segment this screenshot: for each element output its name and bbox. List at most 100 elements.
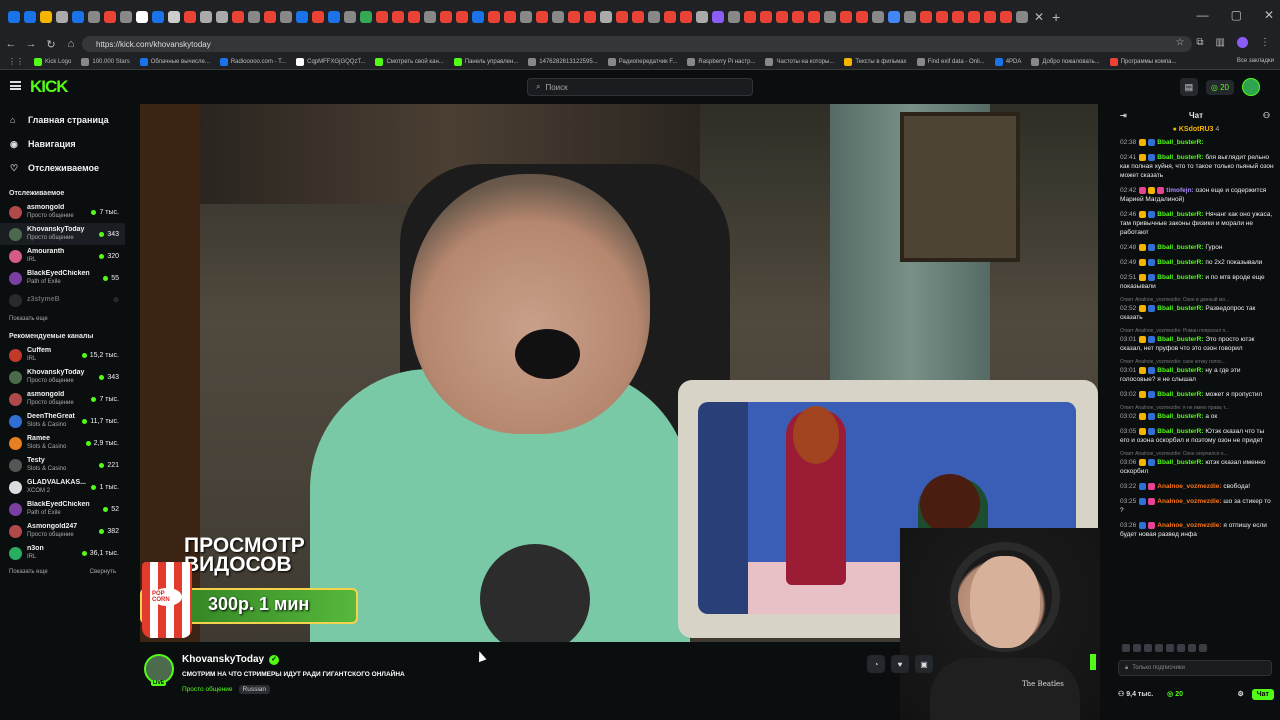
browser-tab-favicon[interactable]	[152, 11, 164, 23]
message-username[interactable]: Bball_busterR:	[1157, 459, 1203, 466]
browser-tab-favicon[interactable]	[600, 11, 612, 23]
chat-message[interactable]: 03:05 Bball_busterR: Ютэк сказал что ты е…	[1120, 427, 1274, 445]
chat-message[interactable]: 03:25 Analnoe_vozmezdie: шо за стикер то …	[1120, 497, 1274, 515]
forward-icon[interactable]: →	[22, 38, 40, 50]
browser-tab-favicon[interactable]	[312, 11, 324, 23]
channel-item[interactable]: KhovanskyToday Просто общение 343	[0, 223, 125, 245]
chat-message[interactable]: 02:49 Bball_busterR: по 2х2 показывали	[1120, 258, 1274, 267]
browser-tab-favicon[interactable]	[680, 11, 692, 23]
kebab-menu-icon[interactable]: ⋮	[1260, 37, 1270, 48]
show-more-link[interactable]: Показать еще	[9, 316, 48, 322]
chat-message[interactable]: 03:01 Bball_busterR: ну а где эти голосов…	[1120, 366, 1274, 384]
gift-icon[interactable]: ▣	[915, 655, 933, 673]
bookmark-item[interactable]: Смотреть свой кан...	[375, 57, 444, 66]
browser-tab-favicon[interactable]	[856, 11, 868, 23]
star-icon[interactable]: ☆	[1175, 37, 1184, 48]
browser-tab-favicon[interactable]	[216, 11, 228, 23]
minimize-icon[interactable]: —	[1197, 8, 1209, 22]
message-username[interactable]: Bball_busterR:	[1157, 139, 1203, 146]
streamer-name[interactable]: KhovanskyToday	[182, 654, 264, 665]
chat-input[interactable]: 🔒︎ Только подписчики	[1118, 660, 1272, 676]
channel-item[interactable]: DeenTheGreat Slots & Casino 11,7 тыс.	[0, 410, 125, 432]
browser-tab-favicon[interactable]	[280, 11, 292, 23]
channel-item[interactable]: BlackEyedChicken Path of Exile 55	[0, 267, 125, 289]
message-username[interactable]: Bball_busterR:	[1157, 367, 1203, 374]
chat-send-button[interactable]: Чат	[1251, 688, 1274, 700]
chat-message[interactable]: 02:42 timofejn: озон еще и содержится Мар…	[1120, 186, 1274, 204]
pinned-gifter[interactable]: ● KSdotRU3 4	[1112, 126, 1280, 138]
reload-icon[interactable]: ↻	[42, 38, 60, 51]
channel-item[interactable]: Cuffem IRL 15,2 тыс.	[0, 344, 125, 366]
browser-tab-favicon[interactable]	[440, 11, 452, 23]
browser-tab-favicon[interactable]	[360, 11, 372, 23]
chat-message[interactable]: 03:06 Bball_busterR: ютэк сказал именно о…	[1120, 458, 1274, 476]
apps-icon[interactable]: ⋮⋮	[8, 57, 24, 66]
bookmark-item[interactable]: Radiooooo.com - T...	[219, 57, 286, 66]
stream-category[interactable]: Просто общение	[182, 686, 233, 693]
browser-tab-favicon[interactable]	[56, 11, 68, 23]
browser-tab-favicon[interactable]	[696, 11, 708, 23]
bookmark-item[interactable]: 1476282613122595...	[528, 57, 598, 66]
channel-item[interactable]: BlackEyedChicken Path of Exile 52	[0, 498, 125, 520]
message-username[interactable]: Bball_busterR:	[1157, 391, 1203, 398]
browser-tab-favicon[interactable]	[120, 11, 132, 23]
profile-avatar[interactable]	[1237, 37, 1248, 48]
channel-item[interactable]: z3stymeB ⊘	[0, 289, 125, 311]
browser-tab-favicon[interactable]	[728, 11, 740, 23]
browser-tab-favicon[interactable]	[552, 11, 564, 23]
browser-tab-favicon[interactable]	[664, 11, 676, 23]
browser-tab-favicon[interactable]	[168, 11, 180, 23]
browser-tab-favicon[interactable]	[872, 11, 884, 23]
message-username[interactable]: Bball_busterR:	[1157, 259, 1203, 266]
browser-tab-favicon[interactable]	[40, 11, 52, 23]
tab-close-icon[interactable]: ✕	[1032, 10, 1046, 24]
chat-message[interactable]: 03:02 Bball_busterR: а ок	[1120, 412, 1274, 421]
message-username[interactable]: Bball_busterR:	[1157, 274, 1203, 281]
search-input[interactable]: ⌕ Поиск	[527, 78, 753, 96]
browser-tab-favicon[interactable]	[8, 11, 20, 23]
browser-tab-favicon[interactable]	[1000, 11, 1012, 23]
chat-message[interactable]: 02:46 Bball_busterR: Нячанг как оно ужаса…	[1120, 210, 1274, 237]
chat-message[interactable]: 03:22 Analnoe_vozmezdie: свобода!	[1120, 482, 1274, 491]
browser-tab-favicon[interactable]	[824, 11, 836, 23]
close-window-icon[interactable]: ✕	[1264, 8, 1274, 22]
browser-tab-favicon[interactable]	[632, 11, 644, 23]
bookmark-item[interactable]: Программы компа...	[1109, 57, 1176, 66]
channel-item[interactable]: asmongold Просто общение 7 тыс.	[0, 388, 125, 410]
hamburger-menu-icon[interactable]	[10, 81, 21, 90]
collapse-chat-icon[interactable]: ⇥	[1120, 111, 1127, 120]
bookmark-item[interactable]: 100.000 Stars	[81, 57, 130, 66]
browser-tab-favicon[interactable]	[472, 11, 484, 23]
reply-context[interactable]: Ответ Analnoe_vozmezdie: Роман попросил …	[1120, 328, 1274, 335]
browser-tab-favicon[interactable]	[584, 11, 596, 23]
browser-tab-favicon[interactable]	[264, 11, 276, 23]
chat-message[interactable]: 03:02 Bball_busterR: может я пропустил	[1120, 390, 1274, 399]
browser-tab-favicon[interactable]	[296, 11, 308, 23]
browser-tab-favicon[interactable]	[520, 11, 532, 23]
browser-tab-favicon[interactable]	[408, 11, 420, 23]
channel-item[interactable]: Ramee Slots & Casino 2,9 тыс.	[0, 432, 125, 454]
sidebar-nav-item[interactable]: ⌂ Главная страница	[10, 108, 115, 132]
emote-icon[interactable]	[1155, 644, 1163, 652]
bookmark-item[interactable]: Raspberry Pi настр...	[687, 57, 755, 66]
browser-tab-favicon[interactable]	[24, 11, 36, 23]
browser-tab-favicon[interactable]	[888, 11, 900, 23]
emote-icon[interactable]	[1177, 644, 1185, 652]
bookmark-item[interactable]: Добро пожаловать...	[1031, 57, 1100, 66]
browser-tab-favicon[interactable]	[568, 11, 580, 23]
follow-heart-icon[interactable]: ♥	[891, 655, 909, 673]
browser-tab-favicon[interactable]	[648, 11, 660, 23]
browser-tab-favicon[interactable]	[840, 11, 852, 23]
sidebar-nav-item[interactable]: ♡ Отслеживаемое	[10, 156, 115, 180]
browser-tab-favicon[interactable]	[424, 11, 436, 23]
message-username[interactable]: Bball_busterR:	[1157, 244, 1203, 251]
points-counter[interactable]: ◎ 20	[1205, 79, 1234, 95]
browser-tab-favicon[interactable]	[616, 11, 628, 23]
bookmark-item[interactable]: Облачные вычисле...	[139, 57, 210, 66]
browser-tab-favicon[interactable]	[488, 11, 500, 23]
emote-icon[interactable]	[1144, 644, 1152, 652]
bookmark-item[interactable]: Панель управлен...	[453, 57, 518, 66]
browser-tab-favicon[interactable]	[936, 11, 948, 23]
browser-tab-favicon[interactable]	[792, 11, 804, 23]
browser-tab-favicon[interactable]	[184, 11, 196, 23]
